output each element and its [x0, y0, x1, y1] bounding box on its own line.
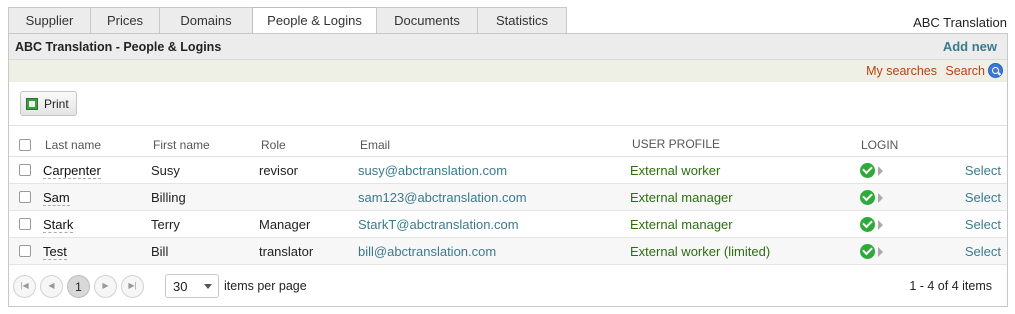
header-login[interactable]: LOGIN [861, 138, 898, 152]
excel-icon [26, 98, 38, 110]
email-link[interactable]: bill@abctranslation.com [358, 244, 496, 259]
last-name-text: Test [43, 244, 67, 260]
user-profile-cell: External manager [630, 190, 733, 205]
login-active-icon [860, 217, 875, 232]
print-label: Print [44, 97, 69, 111]
print-button[interactable]: Print [20, 91, 77, 116]
pager-info: 1 - 4 of 4 items [909, 279, 992, 293]
row-checkbox[interactable] [19, 218, 31, 230]
page-size-select[interactable]: 30 [165, 274, 219, 298]
page-title: ABC Translation - People & Logins [15, 40, 222, 54]
page-size-value: 30 [173, 279, 188, 294]
search-link[interactable]: Search [945, 64, 985, 78]
first-name-cell: Billing [151, 190, 186, 205]
select-link[interactable]: Select [965, 190, 1001, 205]
role-cell: Manager [259, 217, 311, 232]
tab-bar: Supplier Prices Domains People & Logins … [8, 7, 567, 35]
login-active-icon [860, 244, 875, 259]
pager: |◀ ◀ 1 ▶ ▶| 30 items per page 1 - 4 of 4… [9, 266, 1007, 306]
people-grid: Last name First name Role Email USER PRO… [9, 127, 1007, 265]
last-name-cell[interactable]: Sam [43, 190, 70, 206]
prev-page-icon: ◀ [48, 281, 55, 290]
my-searches-link[interactable]: My searches [866, 64, 937, 78]
user-profile-cell: External manager [630, 217, 733, 232]
last-page-button[interactable]: ▶| [121, 275, 144, 298]
items-per-page-label: items per page [224, 279, 307, 293]
first-name-cell: Bill [151, 244, 169, 259]
tab-prices[interactable]: Prices [90, 7, 160, 33]
select-link[interactable]: Select [965, 217, 1001, 232]
row-checkbox[interactable] [19, 191, 31, 203]
login-arrow-icon[interactable] [878, 193, 883, 203]
tab-domains[interactable]: Domains [159, 7, 253, 33]
company-name: ABC Translation [913, 15, 1007, 30]
login-arrow-icon[interactable] [878, 166, 883, 176]
prev-page-button[interactable]: ◀ [40, 275, 63, 298]
toolbar: Print [9, 82, 1007, 126]
last-name-text: Stark [43, 217, 74, 233]
role-cell: revisor [259, 163, 299, 178]
login-active-icon [860, 163, 875, 178]
last-page-icon: ▶| [128, 281, 137, 290]
panel-header: ABC Translation - People & Logins Add ne… [9, 34, 1007, 60]
last-name-cell[interactable]: Test [43, 244, 67, 260]
login-active-icon [860, 190, 875, 205]
table-row: Sam Billing sam123@abctranslation.com Ex… [9, 184, 1007, 211]
select-link[interactable]: Select [965, 163, 1001, 178]
user-profile-cell: External worker (limited) [630, 244, 771, 259]
tab-supplier[interactable]: Supplier [8, 7, 91, 33]
row-checkbox[interactable] [19, 245, 31, 257]
last-name-text: Sam [43, 190, 70, 206]
current-page-number: 1 [75, 280, 82, 294]
table-row: Carpenter Susy revisor susy@abctranslati… [9, 157, 1007, 184]
first-name-cell: Susy [151, 163, 180, 178]
table-row: Test Bill translator bill@abctranslation… [9, 238, 1007, 265]
next-page-icon: ▶ [102, 281, 109, 290]
search-icon[interactable] [988, 63, 1003, 78]
tab-documents[interactable]: Documents [376, 7, 478, 33]
chevron-down-icon [204, 284, 212, 289]
role-cell: translator [259, 244, 314, 259]
email-link[interactable]: sam123@abctranslation.com [358, 190, 527, 205]
last-name-cell[interactable]: Carpenter [43, 163, 101, 179]
last-name-cell[interactable]: Stark [43, 217, 74, 233]
header-role[interactable]: Role [261, 138, 286, 152]
select-link[interactable]: Select [965, 244, 1001, 259]
next-page-button[interactable]: ▶ [94, 275, 117, 298]
header-first-name[interactable]: First name [153, 138, 210, 152]
people-logins-panel: ABC Translation - People & Logins Add ne… [8, 33, 1008, 307]
header-last-name[interactable]: Last name [45, 138, 101, 152]
add-new-link[interactable]: Add new [943, 39, 997, 54]
first-page-button[interactable]: |◀ [13, 275, 36, 298]
header-email[interactable]: Email [360, 138, 390, 152]
table-row: Stark Terry Manager StarkT@abctranslatio… [9, 211, 1007, 238]
user-profile-cell: External worker [630, 163, 721, 178]
first-page-icon: |◀ [20, 281, 29, 290]
tab-statistics[interactable]: Statistics [477, 7, 567, 33]
first-name-cell: Terry [151, 217, 180, 232]
tab-people-logins[interactable]: People & Logins [252, 7, 377, 35]
last-name-text: Carpenter [43, 163, 101, 179]
email-link[interactable]: susy@abctranslation.com [358, 163, 507, 178]
search-bar: My searches Search [9, 60, 1007, 82]
header-user-profile[interactable]: USER PROFILE [632, 137, 720, 151]
email-link[interactable]: StarkT@abctranslation.com [358, 217, 519, 232]
select-all-checkbox[interactable] [19, 139, 31, 151]
login-arrow-icon[interactable] [878, 220, 883, 230]
current-page-button[interactable]: 1 [67, 275, 90, 298]
row-checkbox[interactable] [19, 164, 31, 176]
login-arrow-icon[interactable] [878, 247, 883, 257]
grid-header: Last name First name Role Email USER PRO… [9, 127, 1007, 157]
